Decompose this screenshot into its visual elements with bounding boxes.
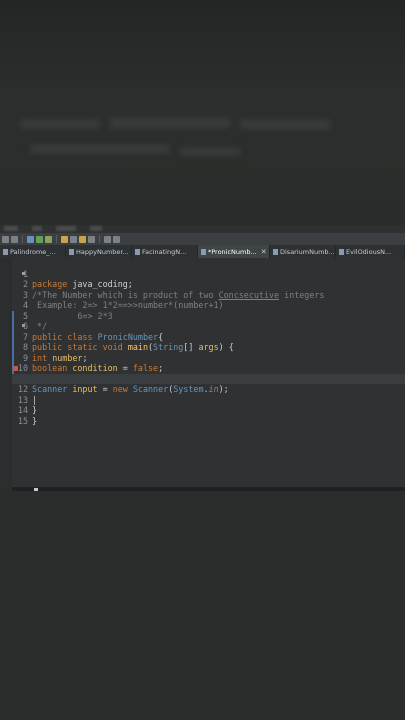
menu-item[interactable] (32, 226, 42, 231)
new-class-icon[interactable] (61, 235, 68, 243)
tab-happynumber[interactable]: HappyNumber... (66, 245, 132, 258)
forward-icon[interactable] (88, 235, 95, 243)
blurred-text (240, 120, 330, 129)
close-icon[interactable]: ✕ (261, 248, 267, 256)
toolbar-separator (56, 235, 57, 243)
java-file-icon (135, 248, 140, 255)
toolbar-separator (22, 235, 23, 243)
menu-item[interactable] (56, 226, 76, 231)
code-line[interactable]: 6 public class PronicNumber{ (12, 311, 405, 342)
editor-ruler (0, 258, 12, 490)
blurred-text (20, 120, 100, 128)
menu-bar (0, 225, 405, 233)
code-line[interactable]: 5 */ (12, 300, 405, 332)
tab-label: *PronicNumb... (208, 247, 257, 256)
blurred-text (110, 118, 230, 128)
blurred-background (0, 0, 405, 232)
back-icon[interactable] (79, 235, 86, 243)
code-line[interactable]: 4 6=> 2*3 (12, 290, 405, 321)
debug-icon[interactable] (27, 235, 34, 243)
tab-label: Palindrome_... (10, 247, 56, 256)
lower-background (0, 491, 405, 720)
java-file-icon (201, 248, 206, 255)
blurred-text (180, 148, 240, 155)
tab-facinating[interactable]: FacinatingN... (132, 245, 198, 258)
java-file-icon (69, 248, 74, 255)
code-line[interactable]: 13 } (12, 384, 405, 416)
tab-label: FacinatingN... (142, 247, 187, 256)
code-lines: 1 package java_coding; 2 /*The Number wh… (12, 258, 405, 426)
code-line[interactable]: 1 package java_coding; (12, 258, 405, 290)
tab-label: HappyNumber... (76, 247, 129, 256)
java-file-icon (3, 248, 8, 255)
code-line[interactable]: 2 /*The Number which is product of two C… (12, 269, 405, 300)
code-line[interactable]: 14 } (12, 395, 405, 426)
tab-label: DisariumNumb... (280, 247, 335, 256)
code-line[interactable]: 3 Example: 2=> 1*2==>>number*(number+1) (12, 279, 405, 311)
editor-tabs: Palindrome_... HappyNumber... Facinating… (0, 245, 405, 258)
code-line[interactable]: 10 System.out.println("Enter the Number:… (12, 353, 405, 384)
tab-evilodious[interactable]: EvilOdiousN... (336, 245, 405, 258)
dropdown-icon[interactable] (113, 235, 120, 243)
toolbar (0, 233, 405, 245)
java-file-icon (339, 248, 344, 255)
code-line[interactable]: 7 public static void main(String[] args)… (12, 321, 405, 353)
tab-pronicnumber[interactable]: *PronicNumb... ✕ (198, 245, 270, 258)
code-line[interactable]: 15 (12, 405, 405, 426)
java-file-icon (273, 248, 278, 255)
menu-item[interactable] (4, 226, 18, 231)
tab-disarium[interactable]: DisariumNumb... (270, 245, 336, 258)
toolbar-separator (99, 235, 100, 243)
print-icon[interactable] (11, 235, 18, 243)
run-icon[interactable] (36, 235, 43, 243)
coverage-icon[interactable] (45, 235, 52, 243)
code-line[interactable]: 9 boolean condition = false; (12, 342, 405, 374)
pin-icon[interactable] (104, 235, 111, 243)
line-number: 15 (17, 415, 28, 426)
code-text: } (32, 415, 38, 426)
tab-label: EvilOdiousN... (346, 247, 392, 256)
menu-item[interactable] (90, 226, 102, 231)
save-icon[interactable] (2, 235, 9, 243)
blurred-text (30, 145, 170, 153)
code-line[interactable]: 8 int number; (12, 332, 405, 363)
tab-palindrome[interactable]: Palindrome_... (0, 245, 66, 258)
search-icon[interactable] (70, 235, 77, 243)
code-line[interactable]: 11 Scanner input = new Scanner(System.in… (12, 363, 405, 395)
code-line-current[interactable]: 12 | (12, 373, 405, 405)
